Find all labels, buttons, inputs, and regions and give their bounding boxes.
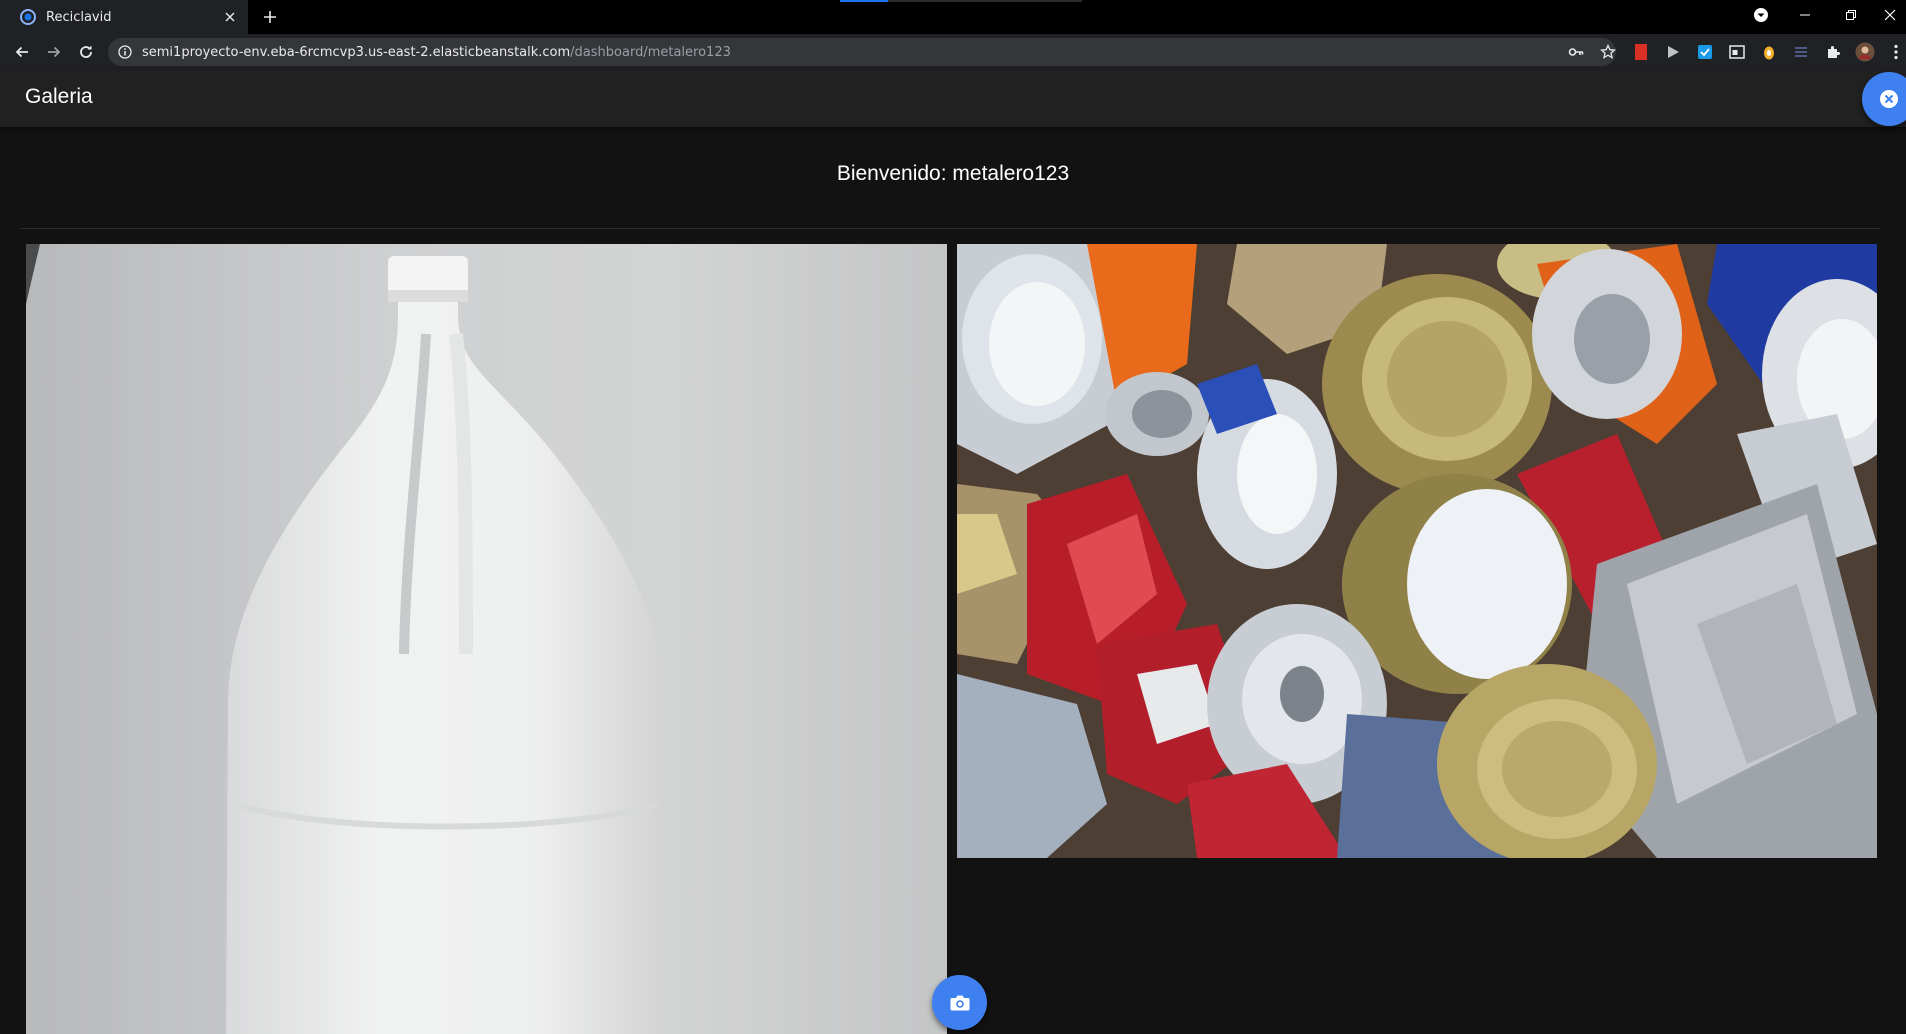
extension-list-icon[interactable] xyxy=(1791,42,1811,62)
camera-icon xyxy=(950,995,969,1011)
extension-check-icon[interactable] xyxy=(1695,42,1715,62)
close-window-icon[interactable] xyxy=(1874,0,1906,30)
tab-close-icon[interactable] xyxy=(216,3,244,31)
divider xyxy=(21,228,1881,229)
camera-fab-button[interactable] xyxy=(932,975,987,1030)
jug-illustration xyxy=(26,244,666,1034)
back-icon[interactable] xyxy=(8,38,36,66)
gallery-image-jug[interactable] xyxy=(26,244,947,1034)
extensions-puzzle-icon[interactable] xyxy=(1823,42,1843,62)
extension-play-icon[interactable] xyxy=(1663,42,1683,62)
gallery-image-cans[interactable] xyxy=(957,244,1877,858)
browser-tab[interactable]: Reciclavid xyxy=(0,0,248,34)
extension-egg-icon[interactable] xyxy=(1759,42,1779,62)
bookmark-star-icon[interactable] xyxy=(1594,38,1622,66)
url-path: /dashboard/metalero123 xyxy=(570,44,731,60)
tab-strip-indicator-active xyxy=(840,0,888,2)
extension-pdf-icon[interactable] xyxy=(1631,42,1651,62)
extension-window-icon[interactable] xyxy=(1727,42,1747,62)
close-circle-icon xyxy=(1880,90,1898,108)
welcome-message: Bienvenido: metalero123 xyxy=(836,162,1070,185)
minimize-icon[interactable] xyxy=(1782,0,1828,30)
cans-illustration xyxy=(957,244,1877,858)
app-header: Galeria xyxy=(0,70,1906,127)
key-icon[interactable] xyxy=(1562,38,1590,66)
tab-title: Reciclavid xyxy=(46,9,112,25)
url-host: semi1proyecto-env.eba-6rcmcvp3.us-east-2… xyxy=(142,44,571,60)
browser-titlebar: Reciclavid xyxy=(0,0,1906,34)
tab-favicon-icon xyxy=(20,9,36,25)
profile-avatar-icon[interactable] xyxy=(1855,42,1875,62)
reload-icon[interactable] xyxy=(72,38,100,66)
new-tab-icon[interactable] xyxy=(256,3,284,31)
forward-icon[interactable] xyxy=(40,38,68,66)
page-title: Galeria xyxy=(25,85,93,108)
browser-toolbar: semi1proyecto-env.eba-6rcmcvp3.us-east-2… xyxy=(0,34,1906,70)
site-info-icon[interactable] xyxy=(118,45,132,59)
address-bar[interactable]: semi1proyecto-env.eba-6rcmcvp3.us-east-2… xyxy=(108,38,1616,66)
profile-dropdown-icon[interactable] xyxy=(1738,0,1784,30)
restore-icon[interactable] xyxy=(1828,0,1874,30)
browser-menu-icon[interactable] xyxy=(1886,42,1906,62)
